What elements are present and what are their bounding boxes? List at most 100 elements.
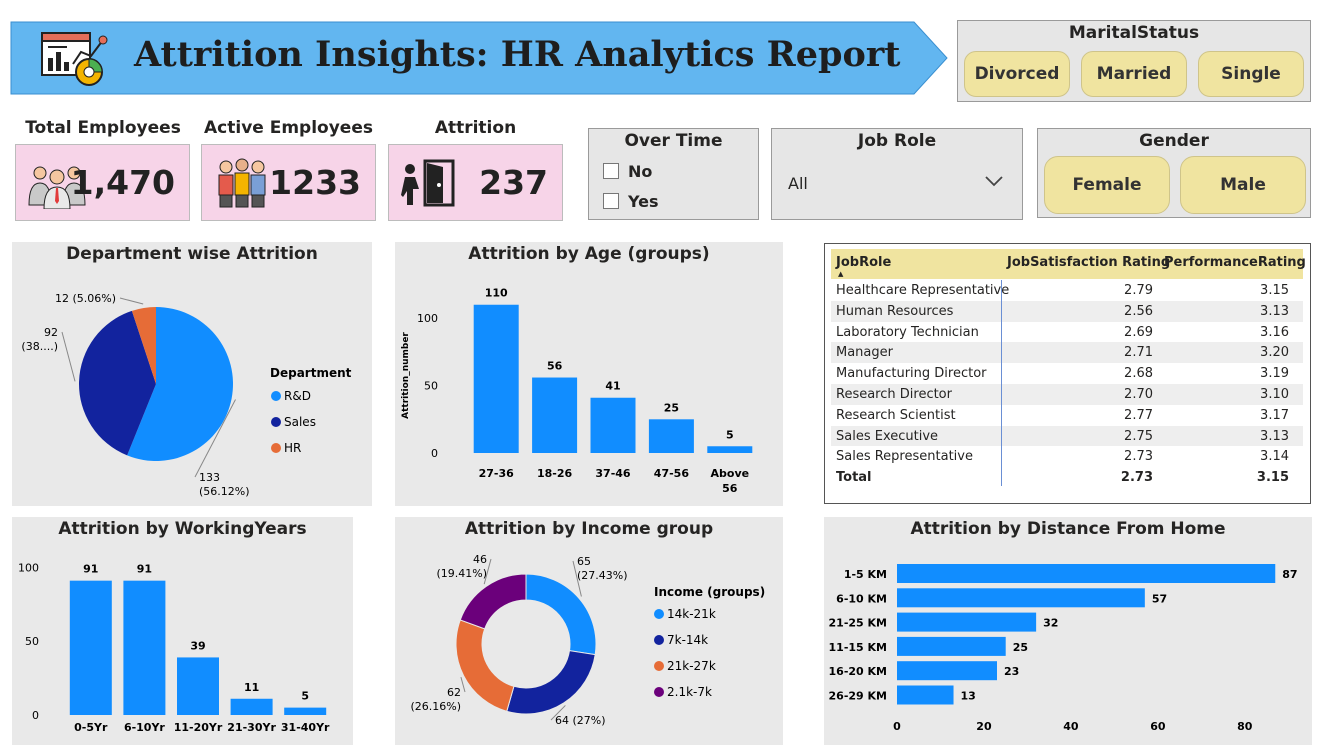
department-attrition-panel: Department wise Attrition 133 (56.12%) 92(… bbox=[12, 242, 372, 506]
donut-data-label: 65 (27.43%) bbox=[577, 555, 628, 582]
data-label: 39 bbox=[190, 639, 205, 652]
table-cell-performance: 3.13 bbox=[1260, 428, 1289, 444]
attrition-card: 237 bbox=[388, 144, 563, 221]
workingyears-bar-chart: 0 50 100 91 0-5Yr 91 6-10Yr 39 11-20Yr 11 21-30Yr 5… bbox=[18, 561, 330, 734]
bar bbox=[897, 612, 1037, 632]
x-tick-label: 31-40Yr bbox=[281, 721, 330, 734]
table-col-divider bbox=[1001, 280, 1002, 486]
active-employees-card: 1233 bbox=[201, 144, 376, 221]
attrition-label: Attrition bbox=[434, 118, 517, 138]
age-attrition-title: Attrition by Age (groups) bbox=[468, 244, 710, 264]
legend-marker bbox=[654, 609, 664, 619]
workingyears-attrition-panel: Attrition by WorkingYears 0 50 100 91 0-5Yr 9… bbox=[12, 517, 353, 745]
income-attrition-title: Attrition by Income group bbox=[464, 519, 714, 539]
data-label: 87 bbox=[1282, 568, 1297, 581]
data-label: 5 bbox=[301, 690, 309, 703]
y-tick-label: 16-20 KM bbox=[829, 665, 887, 678]
y-tick-label: 21-25 KM bbox=[829, 617, 887, 630]
donut-slice bbox=[525, 573, 597, 656]
job-role-slicer: Job Role All bbox=[771, 128, 1023, 220]
marital-option-divorced[interactable]: Divorced bbox=[964, 51, 1070, 97]
overtime-yes-checkbox[interactable] bbox=[603, 193, 619, 209]
data-label: 32 bbox=[1043, 617, 1058, 630]
table-header-performance[interactable]: PerformanceRating bbox=[1164, 255, 1306, 270]
pie-leader-line bbox=[119, 297, 144, 305]
legend-marker bbox=[271, 391, 281, 401]
bar bbox=[177, 657, 219, 715]
donut-data-label: 46 (19.41%) bbox=[436, 553, 487, 580]
legend-item: Sales bbox=[284, 415, 316, 429]
legend-marker bbox=[654, 687, 664, 697]
legend-item: 21k-27k bbox=[667, 659, 716, 673]
page-title: Attrition Insights: HR Analytics Report bbox=[134, 34, 901, 75]
bar bbox=[897, 685, 954, 705]
y-tick-label: 1-5 KM bbox=[844, 568, 887, 581]
table-cell-jobrole: Sales Representative bbox=[836, 449, 973, 465]
bar bbox=[473, 304, 519, 453]
age-bar-chart: 0 50 100 Attrition_number 110 27-36 56 18-26 41 3… bbox=[401, 287, 753, 495]
job-role-dropdown[interactable]: All bbox=[778, 165, 1016, 199]
overtime-yes-label[interactable]: Yes bbox=[628, 192, 659, 211]
data-label: 41 bbox=[605, 380, 620, 393]
data-label: 23 bbox=[1004, 665, 1019, 678]
donut-leader-line bbox=[460, 676, 466, 693]
department-pie-chart: 133 (56.12%) 92 (38....) 12 (5.06%) Departmen… bbox=[21, 292, 351, 498]
table-total-row: Total 2.73 3.15 bbox=[831, 467, 1303, 488]
table-cell-satisfaction: 2.77 bbox=[1124, 407, 1153, 423]
age-attrition-panel: Attrition by Age (groups) 0 50 100 Attritio… bbox=[395, 242, 783, 506]
bar bbox=[69, 580, 112, 715]
x-tick-label: 27-36 bbox=[479, 467, 515, 480]
table-row: Human Resources 2.56 3.13 bbox=[831, 300, 1303, 322]
gender-title: Gender bbox=[1139, 131, 1209, 151]
table-row: Research Director 2.70 3.10 bbox=[831, 384, 1303, 405]
legend-item: 7k-14k bbox=[667, 633, 708, 647]
table-row: Sales Executive 2.75 3.13 bbox=[831, 425, 1303, 447]
x-tick-label: 80 bbox=[1237, 720, 1253, 733]
legend-marker bbox=[271, 417, 281, 427]
income-donut-chart: 65 (27.43%) 64 (27%) 62 (26.16%) 46 (19.41%) In… bbox=[410, 553, 765, 727]
bar bbox=[897, 588, 1145, 608]
distance-bar-chart: 0 20 40 60 80 1-5 KM 87 6-10 KM 57 21-25 KM 32 11-1… bbox=[829, 564, 1298, 733]
table-row: Research Scientist 2.77 3.17 bbox=[831, 405, 1303, 426]
y-tick-label: 100 bbox=[18, 561, 39, 574]
table-row: Manager 2.71 3.20 bbox=[831, 342, 1303, 364]
table-cell-satisfaction: 2.73 bbox=[1120, 470, 1153, 486]
table-cell-satisfaction: 2.73 bbox=[1124, 449, 1153, 465]
marital-status-slicer: MaritalStatus Divorced Married Single bbox=[957, 20, 1311, 102]
table-header-jobrole[interactable]: JobRole bbox=[836, 255, 891, 270]
pie-data-label: 133 (56.12%) bbox=[199, 471, 250, 498]
group-icon bbox=[214, 157, 270, 213]
table-cell-performance: 3.14 bbox=[1260, 449, 1289, 465]
x-tick-label: 60 bbox=[1150, 720, 1166, 733]
job-role-selected: All bbox=[788, 174, 808, 193]
chevron-down-icon[interactable] bbox=[984, 173, 1004, 192]
gender-option-female[interactable]: Female bbox=[1044, 156, 1170, 214]
table-header-satisfaction[interactable]: JobSatisfaction Rating bbox=[1007, 255, 1170, 270]
table-row: Healthcare Representative 2.79 3.15 bbox=[831, 280, 1303, 301]
legend-marker bbox=[654, 661, 664, 671]
total-employees-card: 1,470 bbox=[15, 144, 190, 221]
overtime-no-label[interactable]: No bbox=[628, 162, 652, 181]
x-tick-label: 18-26 bbox=[537, 467, 573, 480]
x-tick-label: Above 56 bbox=[711, 467, 750, 495]
x-tick-label: 6-10Yr bbox=[124, 721, 165, 734]
legend-item: 2.1k-7k bbox=[667, 685, 712, 699]
legend-marker bbox=[654, 635, 664, 645]
bar bbox=[897, 636, 1006, 656]
y-axis-label: Attrition_number bbox=[401, 332, 411, 419]
bar bbox=[897, 661, 997, 681]
distance-attrition-title: Attrition by Distance From Home bbox=[910, 519, 1226, 539]
data-label: 13 bbox=[961, 690, 976, 703]
overtime-no-checkbox[interactable] bbox=[603, 163, 619, 179]
y-tick-label: 50 bbox=[25, 635, 39, 648]
gender-option-male[interactable]: Male bbox=[1180, 156, 1306, 214]
x-tick-label: 0-5Yr bbox=[74, 721, 108, 734]
table-cell-satisfaction: 2.79 bbox=[1124, 283, 1153, 298]
table-cell-performance: 3.13 bbox=[1260, 303, 1289, 319]
marital-option-single[interactable]: Single bbox=[1198, 51, 1304, 97]
marital-option-married[interactable]: Married bbox=[1081, 51, 1187, 97]
y-tick-label: 26-29 KM bbox=[829, 690, 887, 703]
bar bbox=[648, 419, 694, 453]
table-cell-performance: 3.19 bbox=[1260, 366, 1289, 382]
donut-slice bbox=[506, 650, 596, 715]
